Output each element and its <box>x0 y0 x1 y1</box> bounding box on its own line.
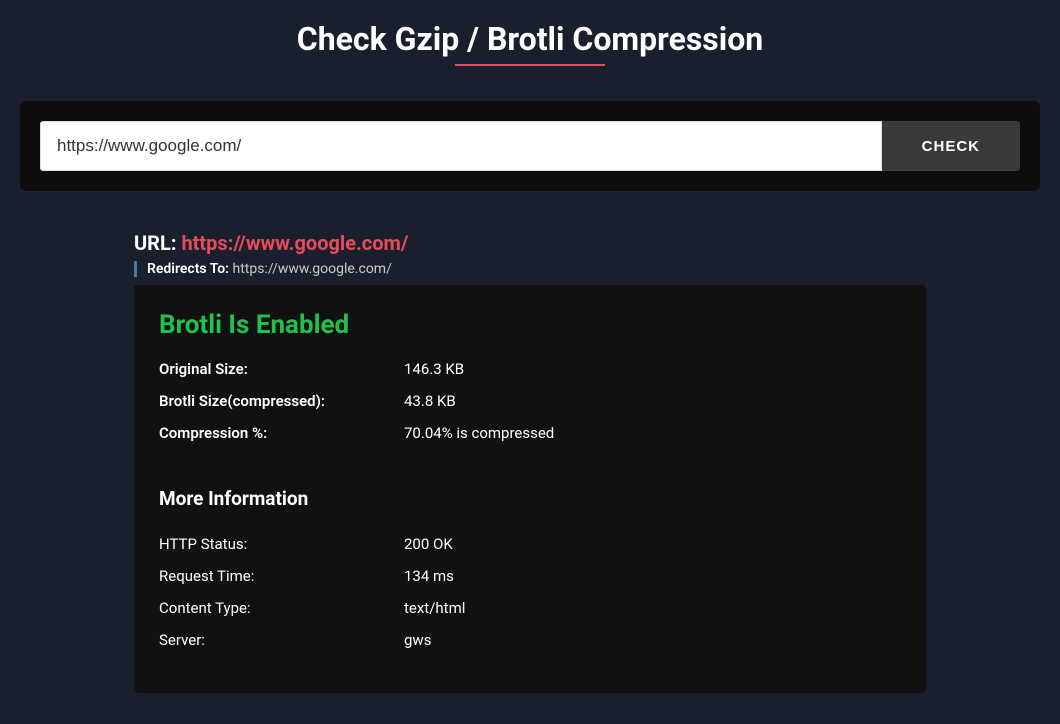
url-input[interactable] <box>40 121 882 171</box>
data-value: 43.8 KB <box>404 392 456 410</box>
info-label: Request Time: <box>159 567 404 585</box>
url-label: URL: <box>134 231 176 255</box>
info-row: Content Type: text/html <box>159 599 901 617</box>
data-row: Original Size: 146.3 KB <box>159 360 901 378</box>
info-row: HTTP Status: 200 OK <box>159 535 901 553</box>
info-value: 200 OK <box>404 535 453 553</box>
check-button[interactable]: CHECK <box>882 121 1020 171</box>
data-value: 70.04% is compressed <box>404 424 554 442</box>
info-value: 134 ms <box>404 567 454 585</box>
status-heading: Brotli Is Enabled <box>159 310 901 340</box>
data-row: Brotli Size(compressed): 43.8 KB <box>159 392 901 410</box>
info-label: HTTP Status: <box>159 535 404 553</box>
info-label: Content Type: <box>159 599 404 617</box>
page-title: Check Gzip / Brotli Compression <box>0 20 1060 58</box>
result-panel: Brotli Is Enabled Original Size: 146.3 K… <box>134 285 926 693</box>
redirects-value: https://www.google.com/ <box>233 261 392 277</box>
title-underline <box>455 64 605 66</box>
search-bar: CHECK <box>20 101 1040 191</box>
results-section: URL: https://www.google.com/ Redirects T… <box>134 231 926 693</box>
info-label: Server: <box>159 631 404 649</box>
redirects-label: Redirects To: <box>147 261 229 277</box>
more-info-heading: More Information <box>159 487 901 510</box>
info-row: Request Time: 134 ms <box>159 567 901 585</box>
data-value: 146.3 KB <box>404 360 464 378</box>
url-value: https://www.google.com/ <box>181 231 408 255</box>
info-row: Server: gws <box>159 631 901 649</box>
data-row: Compression %: 70.04% is compressed <box>159 424 901 442</box>
data-label: Brotli Size(compressed): <box>159 392 404 410</box>
info-value: gws <box>404 631 431 649</box>
url-line: URL: https://www.google.com/ <box>134 231 926 255</box>
info-value: text/html <box>404 599 465 617</box>
redirects-line: Redirects To: https://www.google.com/ <box>134 261 926 277</box>
data-label: Compression %: <box>159 424 404 442</box>
data-label: Original Size: <box>159 360 404 378</box>
